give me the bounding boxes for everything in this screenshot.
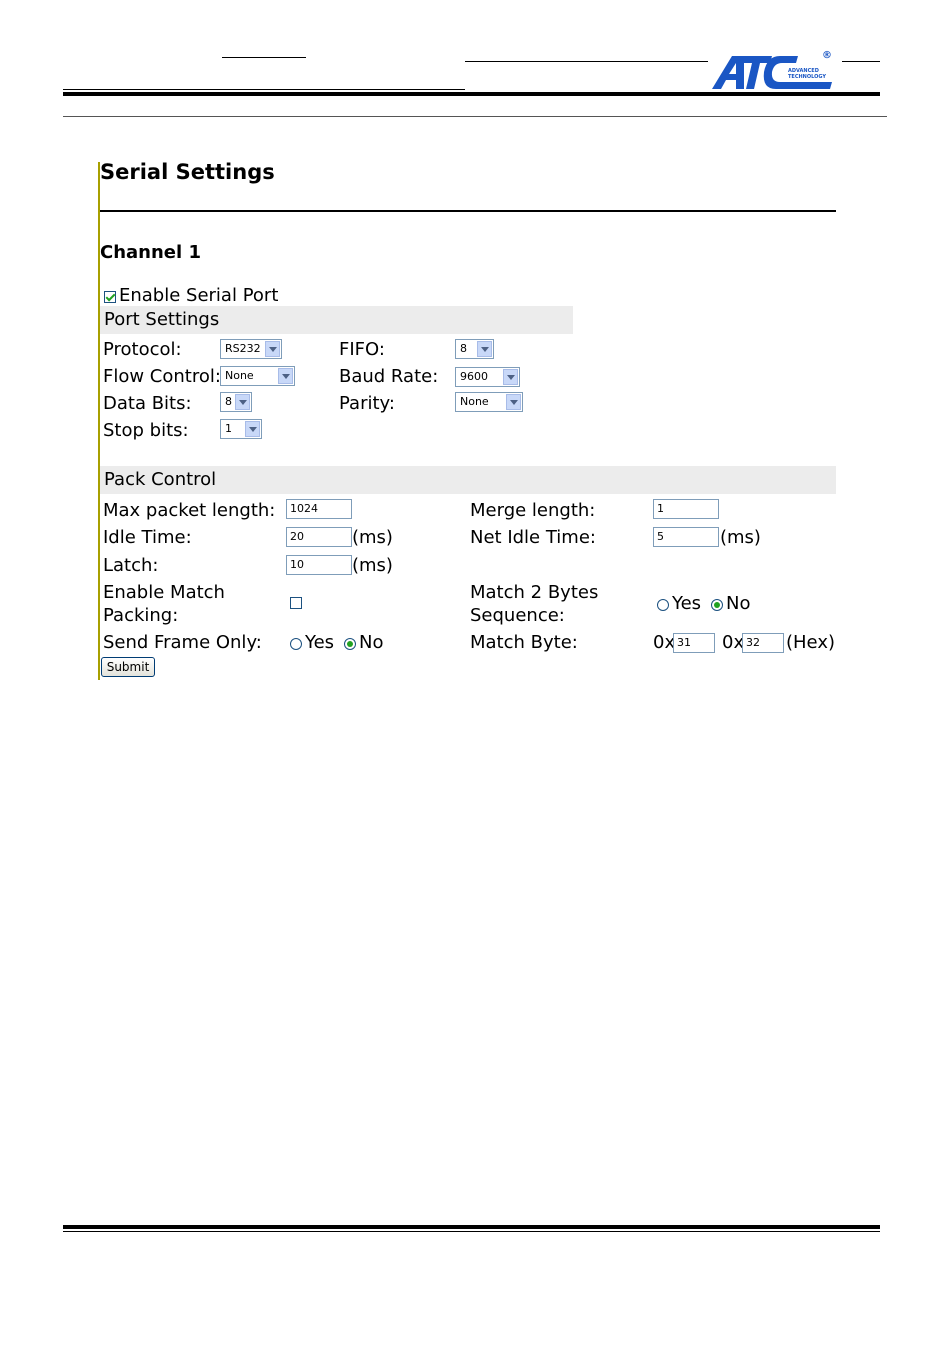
header-short-line (222, 57, 306, 58)
baud-rate-select[interactable]: 9600 (455, 367, 520, 387)
data-bits-select[interactable]: 8 (220, 392, 252, 412)
match-byte-prefix2: 0x (722, 632, 745, 653)
footer-thick-line (63, 1225, 880, 1229)
header-thin-line (63, 89, 465, 90)
protocol-label: Protocol: (103, 339, 182, 360)
match-2-bytes-yes-radio[interactable] (657, 599, 669, 611)
enable-match-packing-label-line1: Enable Match (103, 582, 225, 603)
match-byte-2-input[interactable]: 32 (742, 633, 784, 653)
data-bits-label: Data Bits: (103, 393, 192, 414)
header-right-line (842, 61, 880, 62)
fifo-label: FIFO: (339, 339, 385, 360)
send-frame-only-no-radio[interactable] (344, 638, 356, 650)
match-2-bytes-no-radio[interactable] (711, 599, 723, 611)
channel-heading: Channel 1 (100, 242, 201, 263)
registered-mark: ® (822, 50, 832, 61)
enable-serial-port-label: Enable Serial Port (119, 285, 279, 306)
idle-time-unit: (ms) (352, 527, 393, 548)
chevron-down-icon (278, 368, 293, 384)
fifo-select[interactable]: 8 (455, 339, 494, 359)
chevron-down-icon (477, 341, 492, 357)
chevron-down-icon (503, 369, 518, 385)
flow-control-value: None (225, 369, 254, 382)
flow-control-label: Flow Control: (103, 366, 221, 387)
net-idle-time-unit: (ms) (720, 527, 761, 548)
fifo-value: 8 (460, 342, 467, 355)
pack-control-heading: Pack Control (100, 466, 836, 494)
enable-match-packing-checkbox[interactable] (290, 597, 302, 609)
merge-length-label: Merge length: (470, 500, 596, 521)
data-bits-value: 8 (225, 395, 232, 408)
match-2-bytes-label-line2: Sequence: (470, 605, 565, 626)
footer-thin-line (63, 1231, 880, 1232)
send-frame-only-yes-radio[interactable] (290, 638, 302, 650)
send-frame-only-yes-label: Yes (305, 632, 335, 653)
stop-bits-label: Stop bits: (103, 420, 189, 441)
title-underline (100, 210, 836, 212)
match-byte-1-input[interactable]: 31 (673, 633, 715, 653)
parity-value: None (460, 395, 489, 408)
header-long-line (465, 61, 708, 62)
stop-bits-value: 1 (225, 422, 232, 435)
match-byte-label: Match Byte: (470, 632, 578, 653)
page-title: Serial Settings (100, 160, 275, 184)
logo-line2: TECHNOLOGY (788, 74, 826, 80)
match-2-bytes-no-label: No (726, 593, 751, 614)
baud-rate-value: 9600 (460, 370, 488, 383)
parity-select[interactable]: None (455, 392, 523, 412)
chevron-down-icon (265, 341, 280, 357)
header-thick-line (63, 92, 880, 96)
atc-logo: ADVANCED TECHNOLOGY (710, 52, 840, 92)
header-separator (63, 116, 887, 117)
match-byte-prefix1: 0x (653, 632, 676, 653)
latch-input[interactable]: 10 (286, 555, 352, 575)
chevron-down-icon (245, 421, 260, 437)
port-settings-heading: Port Settings (100, 306, 573, 334)
max-packet-length-input[interactable]: 1024 (286, 499, 352, 519)
enable-serial-port-checkbox[interactable] (104, 291, 116, 303)
submit-button[interactable]: Submit (101, 657, 155, 677)
stop-bits-select[interactable]: 1 (220, 419, 262, 439)
enable-match-packing-label-line2: Packing: (103, 605, 179, 626)
content-frame-border (98, 162, 100, 680)
protocol-value: RS232 (225, 342, 261, 355)
flow-control-select[interactable]: None (220, 366, 295, 386)
match-2-bytes-yes-label: Yes (672, 593, 702, 614)
idle-time-label: Idle Time: (103, 527, 192, 548)
net-idle-time-input[interactable]: 5 (653, 527, 719, 547)
chevron-down-icon (506, 394, 521, 410)
latch-unit: (ms) (352, 555, 393, 576)
parity-label: Parity: (339, 393, 395, 414)
chevron-down-icon (235, 394, 250, 410)
match-2-bytes-label-line1: Match 2 Bytes (470, 582, 599, 603)
net-idle-time-label: Net Idle Time: (470, 527, 596, 548)
idle-time-input[interactable]: 20 (286, 527, 352, 547)
send-frame-only-no-label: No (359, 632, 384, 653)
match-byte-suffix: (Hex) (786, 632, 835, 653)
baud-rate-label: Baud Rate: (339, 366, 439, 387)
merge-length-input[interactable]: 1 (653, 499, 719, 519)
protocol-select[interactable]: RS232 (220, 339, 282, 359)
send-frame-only-label: Send Frame Only: (103, 632, 262, 653)
latch-label: Latch: (103, 555, 159, 576)
max-packet-length-label: Max packet length: (103, 500, 276, 521)
